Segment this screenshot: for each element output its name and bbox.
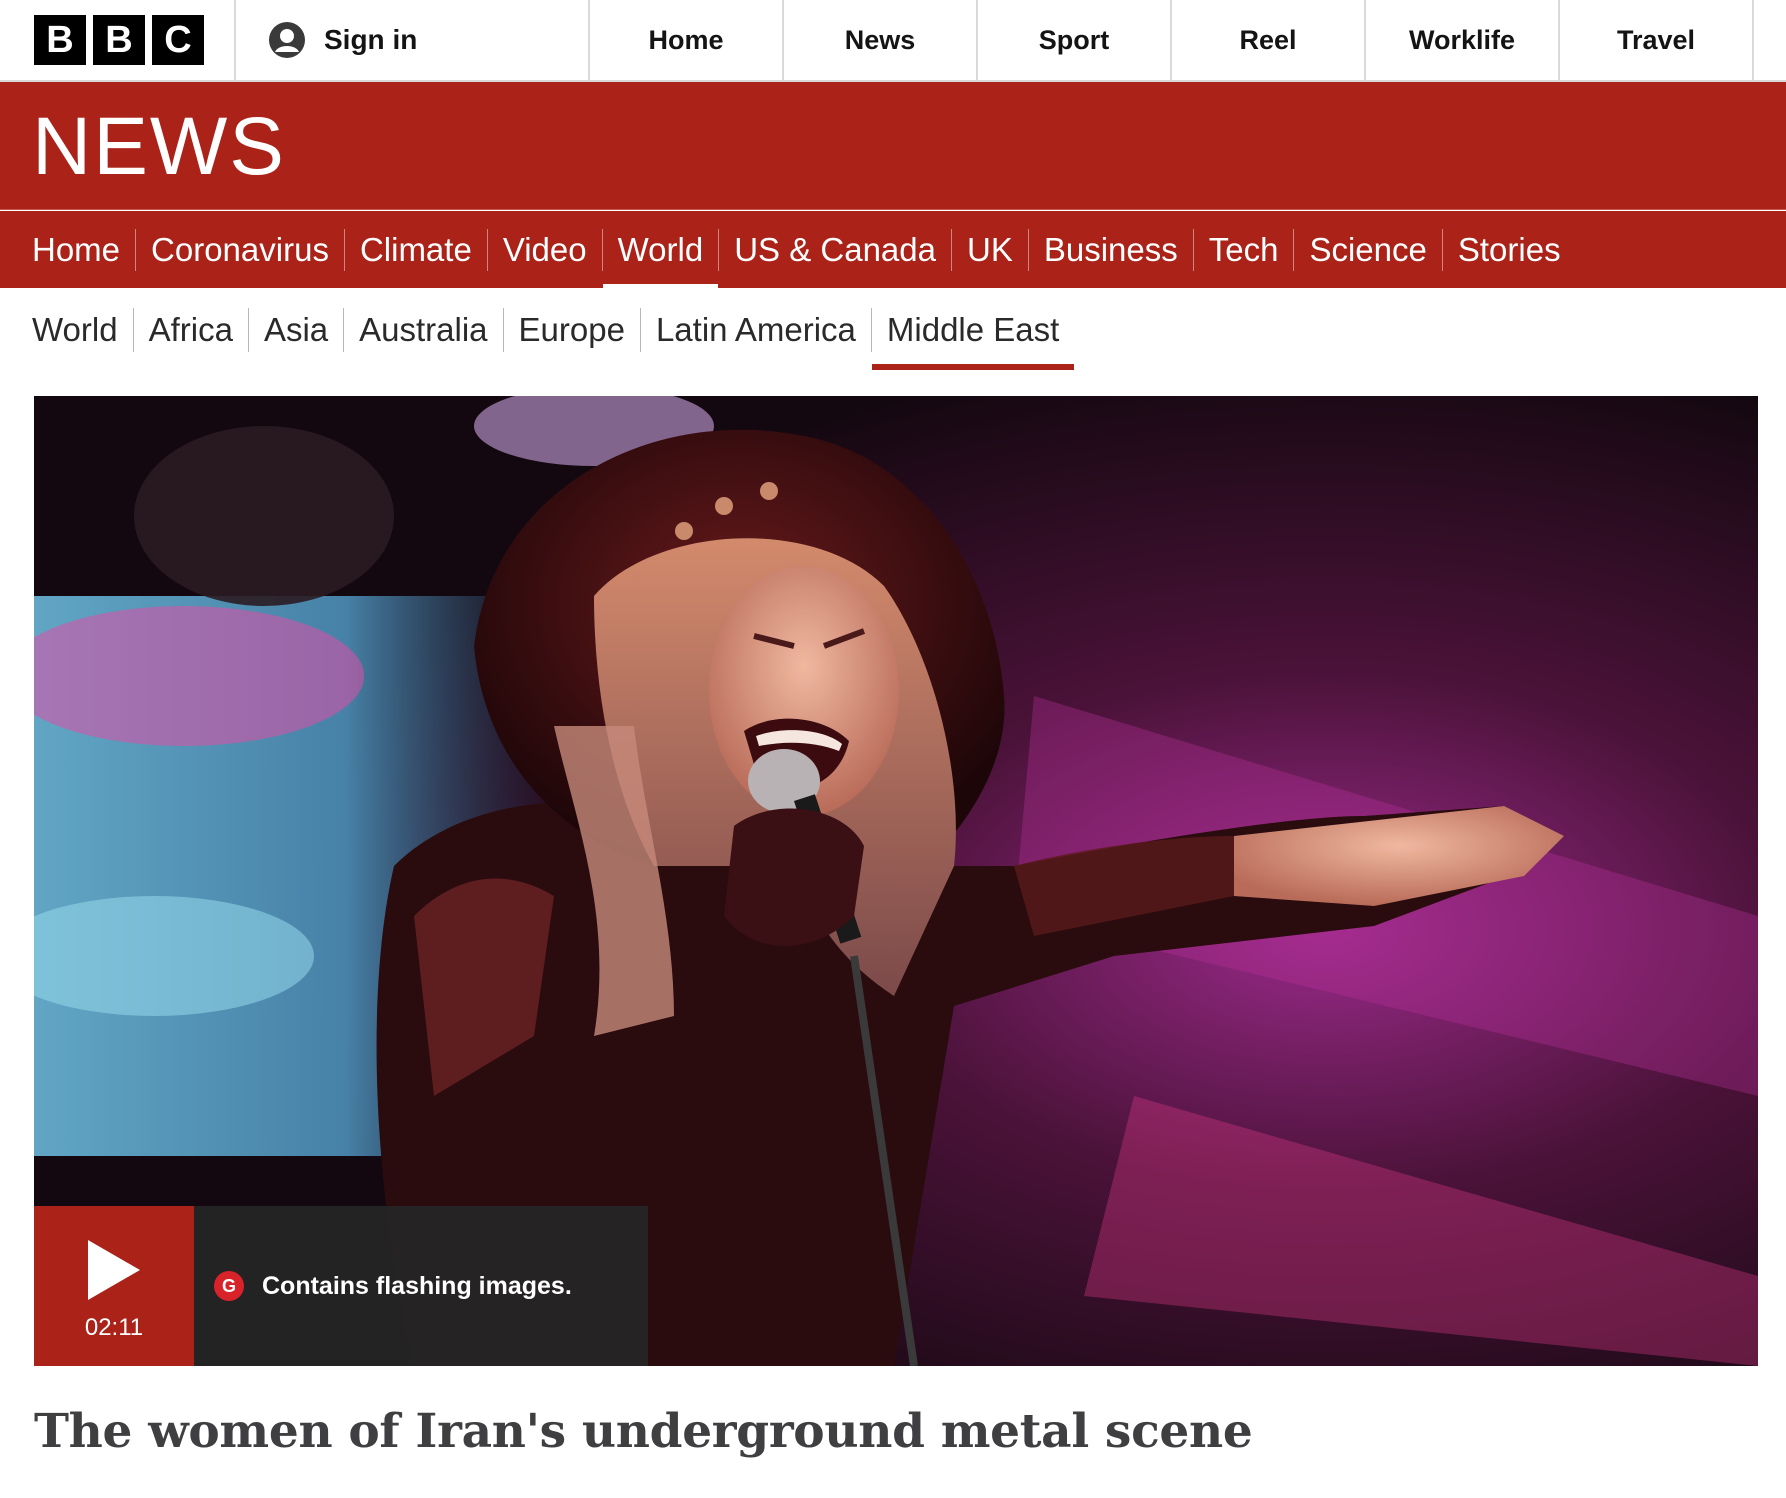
primary-nav-home[interactable]: Home	[32, 229, 135, 271]
primary-nav-world[interactable]: World	[601, 228, 719, 290]
global-nav: Home News Sport Reel Worklife Travel	[590, 0, 1754, 80]
account-icon	[269, 22, 305, 58]
video-duration: 02:11	[84, 1314, 144, 1341]
primary-nav-coronavirus[interactable]: Coronavirus	[135, 228, 344, 271]
secondary-nav-africa[interactable]: Africa	[132, 308, 248, 352]
global-header: B B C Sign in Home News Sport Reel Workl…	[0, 0, 1786, 82]
global-nav-home[interactable]: Home	[590, 0, 784, 80]
global-nav-news[interactable]: News	[784, 0, 978, 80]
play-icon	[88, 1240, 140, 1300]
primary-nav-uk[interactable]: UK	[951, 228, 1028, 271]
primary-nav: Home Coronavirus Climate Video World US …	[0, 211, 1786, 290]
global-nav-travel[interactable]: Travel	[1560, 0, 1754, 80]
article-headline: The women of Iran's underground metal sc…	[34, 1404, 1253, 1459]
primary-nav-science[interactable]: Science	[1293, 228, 1441, 271]
sign-in-label: Sign in	[324, 24, 418, 55]
global-nav-worklife[interactable]: Worklife	[1366, 0, 1560, 80]
play-button[interactable]: 02:11	[34, 1206, 194, 1366]
secondary-nav-asia[interactable]: Asia	[247, 308, 343, 352]
bbc-logo-letter: B	[93, 15, 145, 65]
bbc-logo-letter: C	[152, 15, 204, 65]
secondary-nav-latin-america[interactable]: Latin America	[639, 308, 871, 352]
global-nav-sport[interactable]: Sport	[978, 0, 1172, 80]
primary-nav-video[interactable]: Video	[486, 228, 602, 271]
guidance-badge: G	[214, 1271, 244, 1301]
primary-nav-climate[interactable]: Climate	[343, 228, 487, 271]
bbc-logo-letter: B	[34, 15, 86, 65]
guidance-warning: G Contains flashing images.	[194, 1206, 648, 1366]
secondary-nav: World Africa Asia Australia Europe Latin…	[0, 300, 1786, 370]
news-logo[interactable]: NEWS	[32, 100, 286, 194]
primary-nav-us-canada[interactable]: US & Canada	[718, 228, 951, 271]
secondary-nav-australia[interactable]: Australia	[343, 308, 502, 352]
secondary-nav-world[interactable]: World	[32, 308, 133, 352]
primary-nav-stories[interactable]: Stories	[1441, 228, 1576, 271]
global-nav-reel[interactable]: Reel	[1172, 0, 1366, 80]
bbc-logo[interactable]: B B C	[0, 0, 236, 80]
secondary-nav-europe[interactable]: Europe	[502, 308, 640, 352]
secondary-nav-middle-east[interactable]: Middle East	[870, 308, 1075, 370]
guidance-text: Contains flashing images.	[262, 1271, 572, 1300]
video-controls-overlay: 02:11 G Contains flashing images.	[34, 1206, 648, 1366]
primary-nav-tech[interactable]: Tech	[1192, 228, 1294, 271]
news-brand-band: NEWS	[0, 82, 1786, 210]
sign-in-link[interactable]: Sign in	[236, 0, 590, 80]
primary-nav-business[interactable]: Business	[1027, 228, 1193, 271]
